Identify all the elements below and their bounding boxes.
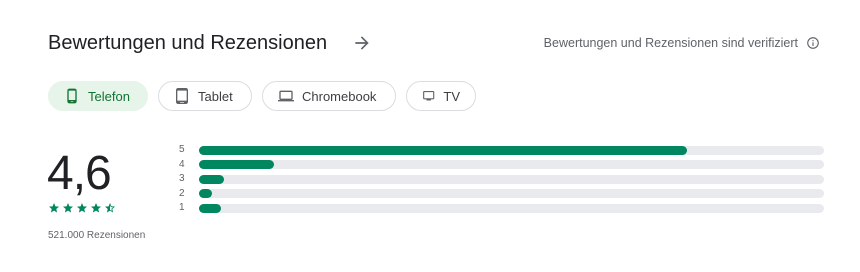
histogram-row: 3	[176, 172, 824, 187]
histogram-track	[199, 189, 824, 199]
histogram-star-label: 3	[179, 173, 185, 185]
phone-icon	[67, 88, 77, 104]
histogram-bar	[199, 145, 687, 155]
histogram-track	[199, 145, 824, 155]
histogram-star-label: 5	[179, 144, 185, 156]
chip-label: Tablet	[198, 88, 233, 104]
chip-tablet[interactable]: Tablet	[158, 81, 252, 111]
histogram-bar	[199, 174, 224, 184]
star-full-icon	[49, 203, 59, 213]
chip-tv[interactable]: TV	[406, 81, 476, 111]
chip-label: TV	[443, 88, 460, 104]
chip-telefon[interactable]: Telefon	[48, 81, 148, 111]
histogram-star-label: 4	[179, 158, 185, 170]
histogram-track	[199, 160, 824, 170]
average-rating: 4,6	[47, 147, 112, 200]
histogram-track	[199, 203, 824, 213]
tablet-icon	[176, 88, 188, 104]
verified-text: Bewertungen und Rezensionen sind verifiz…	[543, 36, 798, 50]
section-title[interactable]: Bewertungen und Rezensionen	[48, 30, 327, 56]
star-full-icon	[63, 203, 73, 213]
histogram-row: 1	[176, 201, 824, 216]
chip-label: Chromebook	[302, 88, 377, 104]
histogram-bar	[199, 189, 212, 199]
review-count: 521.000 Rezensionen	[48, 230, 146, 241]
tv-icon	[423, 90, 435, 101]
info-icon[interactable]	[806, 36, 820, 50]
device-filter-chips: Telefon Tablet Chromebook TV	[48, 81, 476, 111]
histogram-row: 5	[176, 143, 824, 158]
star-half-icon	[105, 203, 115, 213]
histogram-bar	[199, 160, 274, 170]
verified-notice: Bewertungen und Rezensionen sind verifiz…	[544, 34, 820, 52]
ratings-header: Bewertungen und Rezensionen Bewertungen …	[48, 30, 820, 56]
rating-histogram: 5 4 3 2 1	[176, 143, 824, 216]
star-full-icon	[91, 203, 101, 213]
arrow-right-icon[interactable]	[352, 33, 372, 53]
histogram-star-label: 2	[179, 187, 185, 199]
histogram-row: 4	[176, 158, 824, 173]
histogram-row: 2	[176, 187, 824, 202]
star-full-icon	[77, 203, 87, 213]
star-rating	[48, 202, 116, 214]
chip-label: Telefon	[88, 88, 130, 104]
histogram-bar	[199, 203, 221, 213]
histogram-star-label: 1	[179, 202, 185, 214]
laptop-icon	[278, 90, 294, 102]
chip-chromebook[interactable]: Chromebook	[262, 81, 396, 111]
histogram-track	[199, 174, 824, 184]
